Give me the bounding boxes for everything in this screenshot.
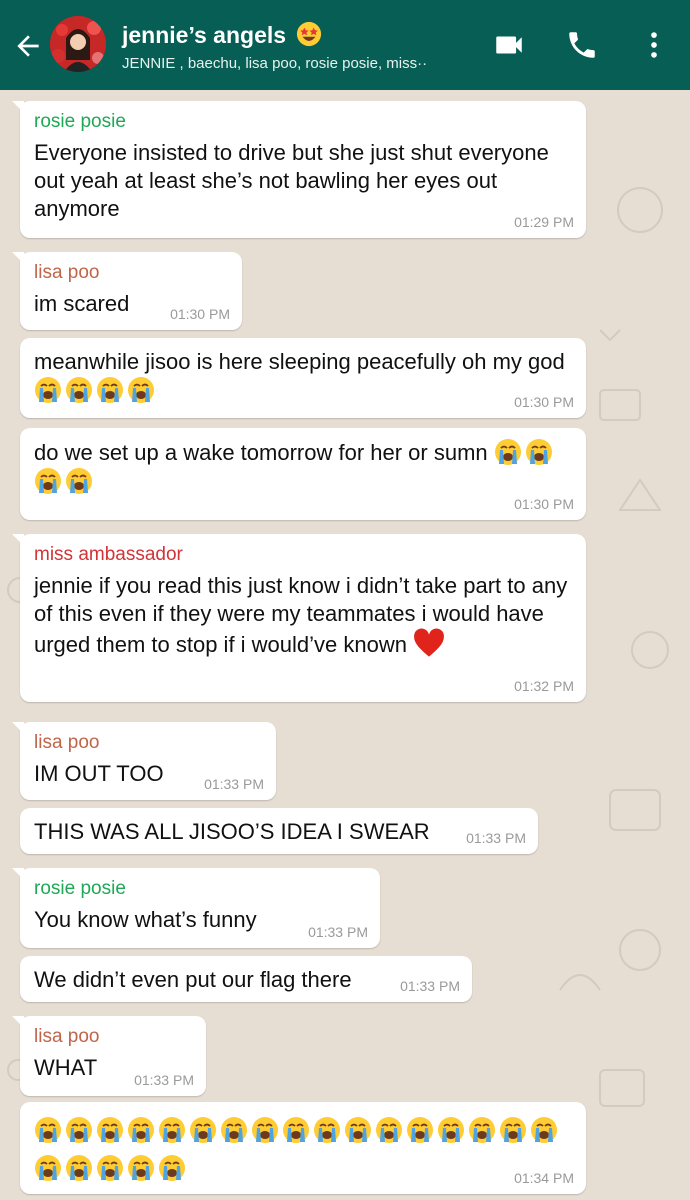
loudly-crying-face-emoji — [34, 376, 62, 404]
loudly-crying-face-emoji — [189, 1116, 217, 1144]
loudly-crying-face-emoji — [530, 1116, 558, 1144]
chat-area[interactable]: rosie posie Everyone insisted to drive b… — [0, 90, 690, 1200]
loudly-crying-face-emoji — [344, 1116, 372, 1144]
loudly-crying-face-emoji — [158, 1154, 186, 1182]
loudly-crying-face-emoji — [313, 1116, 341, 1144]
message-time: 01:33 PM — [466, 830, 526, 846]
loudly-crying-face-emoji — [65, 1154, 93, 1182]
message-text: We didn’t even put our flag there — [34, 967, 352, 992]
message-bubble[interactable]: rosie posie You know what’s funny 01:33 … — [12, 868, 380, 948]
message-time: 01:33 PM — [400, 978, 460, 994]
message-text: meanwhile jisoo is here sleeping peacefu… — [34, 348, 572, 405]
message-text — [34, 1112, 572, 1188]
loudly-crying-face-emoji — [158, 1116, 186, 1144]
message-bubble[interactable]: meanwhile jisoo is here sleeping peacefu… — [20, 338, 586, 418]
sender-name: lisa poo — [34, 262, 100, 283]
emoji-row — [34, 376, 158, 404]
sender-name: rosie posie — [34, 111, 126, 132]
message-bubble[interactable]: lisa poo im scared 01:30 PM — [12, 252, 242, 330]
message-bubble[interactable]: 01:34 PM — [20, 1102, 586, 1194]
chat-title[interactable]: jennie’s angels — [122, 21, 325, 49]
loudly-crying-face-emoji — [468, 1116, 496, 1144]
sender-name: lisa poo — [34, 1026, 100, 1047]
loudly-crying-face-emoji — [127, 376, 155, 404]
message-bubble[interactable]: rosie posie Everyone insisted to drive b… — [12, 101, 586, 238]
message-text-content: do we set up a wake tomorrow for her or … — [34, 440, 488, 465]
loudly-crying-face-emoji — [406, 1116, 434, 1144]
loudly-crying-face-emoji — [437, 1116, 465, 1144]
loudly-crying-face-emoji — [375, 1116, 403, 1144]
message-time: 01:32 PM — [514, 678, 574, 694]
red-heart-emoji — [414, 628, 445, 657]
loudly-crying-face-emoji — [65, 1116, 93, 1144]
emoji-row — [34, 1116, 561, 1182]
message-bubble[interactable]: We didn’t even put our flag there 01:33 … — [20, 956, 472, 1002]
message-time: 01:33 PM — [134, 1072, 194, 1088]
message-time: 01:33 PM — [308, 924, 368, 940]
loudly-crying-face-emoji — [34, 1116, 62, 1144]
loudly-crying-face-emoji — [96, 1116, 124, 1144]
chat-title-text: jennie’s angels — [122, 22, 287, 48]
message-bubble[interactable]: do we set up a wake tomorrow for her or … — [20, 428, 586, 520]
sender-name: miss ambassador — [34, 544, 183, 565]
message-bubble[interactable]: lisa poo WHAT 01:33 PM — [12, 1016, 206, 1096]
phone-icon[interactable] — [565, 28, 599, 62]
loudly-crying-face-emoji — [127, 1116, 155, 1144]
message-time: 01:29 PM — [514, 214, 574, 230]
message-time: 01:30 PM — [514, 394, 574, 410]
message-text: Everyone insisted to drive but she just … — [34, 140, 549, 221]
chat-header: jennie’s angels JENNIE , baechu, lisa po… — [0, 0, 690, 90]
message-bubble[interactable]: miss ambassador jennie if you read this … — [12, 534, 586, 702]
message-time: 01:33 PM — [204, 776, 264, 792]
message-bubble[interactable]: THIS WAS ALL JISOO’S IDEA I SWEAR 01:33 … — [20, 808, 538, 854]
back-arrow-icon[interactable] — [12, 30, 44, 62]
chat-members[interactable]: JENNIE , baechu, lisa poo, rosie posie, … — [122, 55, 427, 72]
message-text: THIS WAS ALL JISOO’S IDEA I SWEAR — [34, 819, 430, 844]
loudly-crying-face-emoji — [65, 376, 93, 404]
message-time: 01:30 PM — [514, 496, 574, 512]
message-text: jennie if you read this just know i didn… — [34, 572, 572, 660]
message-text: do we set up a wake tomorrow for her or … — [34, 438, 572, 496]
loudly-crying-face-emoji — [96, 1154, 124, 1182]
loudly-crying-face-emoji — [525, 438, 553, 466]
loudly-crying-face-emoji — [127, 1154, 155, 1182]
message-bubble[interactable]: lisa poo IM OUT TOO 01:33 PM — [12, 722, 276, 800]
loudly-crying-face-emoji — [499, 1116, 527, 1144]
group-avatar[interactable] — [50, 16, 106, 72]
message-time: 01:30 PM — [170, 306, 230, 322]
star-struck-emoji — [297, 21, 322, 47]
more-options-icon[interactable] — [637, 28, 671, 62]
message-time: 01:34 PM — [514, 1170, 574, 1186]
message-text-content: jennie if you read this just know i didn… — [34, 573, 568, 657]
video-call-icon[interactable] — [492, 28, 526, 62]
loudly-crying-face-emoji — [34, 1154, 62, 1182]
loudly-crying-face-emoji — [65, 467, 93, 495]
loudly-crying-face-emoji — [251, 1116, 279, 1144]
loudly-crying-face-emoji — [34, 467, 62, 495]
loudly-crying-face-emoji — [220, 1116, 248, 1144]
loudly-crying-face-emoji — [282, 1116, 310, 1144]
sender-name: lisa poo — [34, 732, 100, 753]
loudly-crying-face-emoji — [494, 438, 522, 466]
sender-name: rosie posie — [34, 878, 126, 899]
message-text-content: meanwhile jisoo is here sleeping peacefu… — [34, 349, 565, 374]
loudly-crying-face-emoji — [96, 376, 124, 404]
